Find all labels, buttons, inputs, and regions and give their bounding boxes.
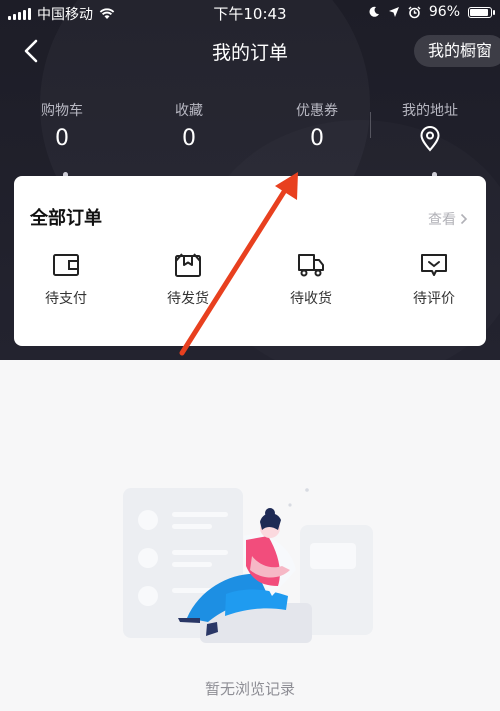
alarm-icon xyxy=(408,6,421,18)
stat-value: 0 xyxy=(182,126,196,151)
order-label: 待发货 xyxy=(167,291,209,307)
empty-state: 暂无浏览记录 xyxy=(0,360,500,711)
stat-address[interactable]: 我的地址 xyxy=(385,100,475,152)
battery-icon xyxy=(468,6,495,18)
stat-value: 0 xyxy=(55,126,69,151)
orders-title: 全部订单 xyxy=(30,208,102,229)
battery-percent: 96% xyxy=(428,4,460,20)
view-all-link[interactable]: 查看 xyxy=(428,209,468,229)
order-pending-shipment[interactable]: 待发货 xyxy=(143,252,233,308)
stat-label: 我的地址 xyxy=(402,103,458,119)
moon-icon xyxy=(369,6,379,17)
wallet-icon xyxy=(53,254,79,276)
status-bar: 中国移动 下午10:43 96% xyxy=(0,0,500,24)
order-label: 待支付 xyxy=(45,291,87,307)
stats-divider xyxy=(370,112,371,138)
comment-icon xyxy=(421,254,447,276)
stat-label: 购物车 xyxy=(41,103,83,119)
empty-message: 暂无浏览记录 xyxy=(204,680,295,698)
status-right: 96% xyxy=(368,4,495,20)
location-icon xyxy=(420,126,440,152)
order-pending-payment[interactable]: 待支付 xyxy=(21,252,111,308)
showcase-button[interactable]: 我的橱窗 xyxy=(413,35,500,67)
view-all-label: 查看 xyxy=(428,212,456,228)
empty-illustration xyxy=(123,488,373,643)
order-pending-receipt[interactable]: 待收货 xyxy=(266,252,356,308)
chevron-right-icon xyxy=(460,213,468,225)
stat-coupons[interactable]: 优惠券 0 xyxy=(272,100,362,151)
stats-row: 购物车 0 收藏 0 优惠券 0 我的地址 xyxy=(0,100,500,160)
orders-card: 全部订单 查看 待支付 待发货 待收货 待评价 xyxy=(14,176,486,346)
order-label: 待评价 xyxy=(413,291,455,307)
location-arrow-icon xyxy=(388,7,399,17)
stat-cart[interactable]: 购物车 0 xyxy=(17,100,107,151)
stat-label: 优惠券 xyxy=(296,103,338,119)
stat-label: 收藏 xyxy=(175,103,203,119)
battery-fill xyxy=(470,8,488,16)
order-pending-review[interactable]: 待评价 xyxy=(389,252,479,308)
nav-bar: 我的订单 我的橱窗 xyxy=(0,26,500,76)
stat-favorites[interactable]: 收藏 0 xyxy=(144,100,234,151)
package-icon xyxy=(175,253,201,277)
truck-icon xyxy=(298,254,324,277)
stat-value: 0 xyxy=(310,126,324,151)
order-label: 待收货 xyxy=(290,291,332,307)
